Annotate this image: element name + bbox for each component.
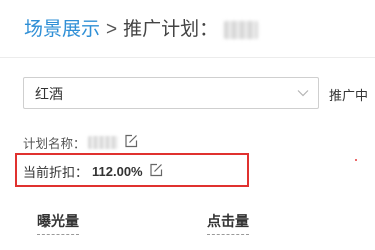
breadcrumb: 场景展示 > 推广计划： (24, 16, 259, 44)
promote-status-label: 推广中 (329, 88, 369, 103)
indicator-dot (355, 159, 357, 161)
plan-name-row: 计划名称： (23, 133, 138, 152)
scene-select-value: 红酒 (35, 86, 63, 102)
edit-icon[interactable] (149, 163, 163, 180)
discount-row: 当前折扣： 112.00% (23, 162, 163, 181)
discount-value: 112.00% (92, 164, 143, 179)
metric-underline (37, 234, 79, 235)
breadcrumb-current-plan: 推广计划： (123, 19, 219, 40)
scene-select[interactable]: 红酒 (23, 77, 319, 109)
breadcrumb-separator: > (106, 19, 118, 40)
edit-icon[interactable] (124, 134, 138, 151)
plan-name-label: 计划名称： (23, 137, 86, 151)
header-divider (0, 57, 375, 58)
metric-underline (207, 234, 249, 235)
redacted-plan-name-value (87, 136, 118, 149)
metric-clicks-label: 点击量 (207, 213, 249, 229)
metric-clicks[interactable]: 点击量 (207, 211, 249, 235)
chevron-down-icon (296, 86, 310, 105)
breadcrumb-scene-link[interactable]: 场景展示 (24, 16, 100, 44)
discount-label: 当前折扣： (23, 165, 89, 180)
metric-impressions-label: 曝光量 (37, 213, 79, 229)
redacted-plan-name (224, 21, 259, 39)
metric-impressions[interactable]: 曝光量 (37, 211, 79, 235)
